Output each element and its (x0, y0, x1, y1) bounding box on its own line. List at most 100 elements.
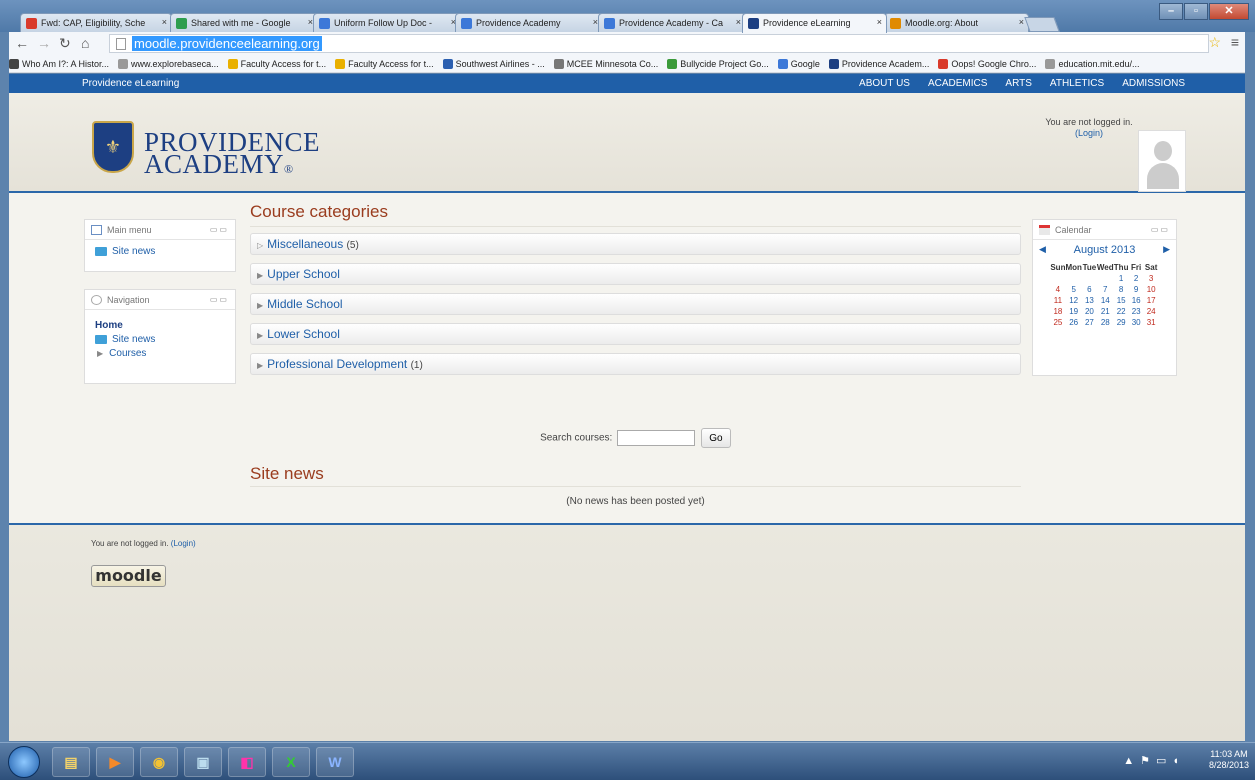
calendar-day[interactable]: 29 (1114, 317, 1129, 328)
calendar-day[interactable]: 8 (1114, 284, 1129, 295)
category-item[interactable]: ▶ Upper School (250, 263, 1021, 285)
category-name[interactable]: Miscellaneous (267, 237, 343, 251)
clock[interactable]: 11:03 AM 8/28/2013 (1209, 749, 1249, 771)
calendar-day[interactable]: 13 (1082, 295, 1097, 306)
maximize-button[interactable]: ▫ (1184, 3, 1208, 20)
back-icon[interactable]: ← (15, 35, 29, 51)
bookmark-item[interactable]: Providence Academ... (828, 59, 929, 69)
tab-close-icon[interactable]: × (1019, 17, 1024, 27)
search-go-button[interactable]: Go (700, 428, 731, 448)
excel-icon[interactable]: X (272, 747, 310, 777)
block-controls-icon[interactable]: ▭▭ (1151, 225, 1170, 234)
expand-arrow-icon[interactable]: ▶ (97, 349, 103, 358)
nav-courses[interactable]: Courses (109, 348, 146, 359)
new-tab-button[interactable] (1024, 17, 1060, 32)
category-name[interactable]: Lower School (267, 327, 340, 341)
block-controls-icon[interactable]: ▭▭ (210, 295, 229, 304)
calendar-day[interactable]: 12 (1065, 295, 1081, 306)
bookmark-item[interactable]: Faculty Access for t... (227, 59, 326, 69)
category-name[interactable]: Upper School (267, 267, 340, 281)
calendar-day[interactable]: 28 (1097, 317, 1114, 328)
calendar-day[interactable]: 30 (1129, 317, 1144, 328)
address-bar[interactable]: moodle.providenceelearning.org (109, 34, 1209, 53)
bookmark-item[interactable]: Oops! Google Chro... (938, 59, 1036, 69)
site-brand[interactable]: Providence eLearning (82, 78, 179, 89)
chrome-icon[interactable]: ◉ (140, 747, 178, 777)
home-icon[interactable]: ⌂ (81, 35, 89, 51)
calendar-day[interactable]: 6 (1082, 284, 1097, 295)
calendar-day[interactable]: 24 (1144, 306, 1159, 317)
site-nav-item[interactable]: ATHLETICS (1050, 78, 1104, 89)
expand-arrow-icon[interactable]: ▷ (257, 241, 263, 250)
calendar-day[interactable]: 22 (1114, 306, 1129, 317)
category-item[interactable]: ▶ Middle School (250, 293, 1021, 315)
moodle-logo[interactable]: moodle (91, 565, 166, 587)
expand-arrow-icon[interactable]: ▶ (257, 331, 263, 340)
crest-logo[interactable]: ⚜ (92, 121, 134, 173)
calendar-day[interactable]: 5 (1065, 284, 1081, 295)
calendar-day[interactable]: 16 (1129, 295, 1144, 306)
calendar-day[interactable]: 18 (1050, 306, 1065, 317)
calendar-day[interactable]: 17 (1144, 295, 1159, 306)
category-item[interactable]: ▶ Professional Development (1) (250, 353, 1021, 375)
browser-tab[interactable]: Moodle.org: About × (884, 13, 1029, 32)
close-window-button[interactable]: ✕ (1209, 3, 1249, 20)
calendar-day[interactable]: 1 (1114, 273, 1129, 284)
bookmark-item[interactable]: Faculty Access for t... (335, 59, 434, 69)
calendar-day[interactable]: 31 (1144, 317, 1159, 328)
calendar-day[interactable]: 11 (1050, 295, 1065, 306)
word-icon[interactable]: W (316, 747, 354, 777)
menu-icon[interactable]: ≡ (1231, 34, 1239, 50)
start-button[interactable] (8, 746, 40, 778)
tab-close-icon[interactable]: × (162, 17, 167, 27)
bookmark-item[interactable]: www.explorebaseca... (118, 59, 219, 69)
forward-icon[interactable]: → (37, 35, 51, 51)
calendar-day[interactable]: 2 (1129, 273, 1144, 284)
calendar-day[interactable]: 19 (1065, 306, 1081, 317)
calendar-day[interactable]: 4 (1050, 284, 1065, 295)
bookmark-item[interactable]: MCEE Minnesota Co... (553, 59, 658, 69)
footer-login-link[interactable]: (Login) (171, 539, 196, 548)
calendar-day[interactable]: 3 (1144, 273, 1159, 284)
site-logo-text[interactable]: PROVIDENCE ACADEMY® (144, 129, 320, 180)
calendar-day[interactable]: 26 (1065, 317, 1081, 328)
tab-close-icon[interactable]: × (736, 17, 741, 27)
category-item[interactable]: ▷ Miscellaneous (5) (250, 233, 1021, 255)
site-nav-item[interactable]: ABOUT US (859, 78, 910, 89)
site-nav-item[interactable]: ARTS (1005, 78, 1032, 89)
calendar-day[interactable]: 25 (1050, 317, 1065, 328)
browser-tab[interactable]: Providence Academy - Ca × (598, 13, 746, 32)
minimize-button[interactable]: – (1159, 3, 1183, 20)
calendar-day[interactable]: 23 (1129, 306, 1144, 317)
login-link[interactable]: (Login) (1075, 128, 1103, 138)
nav-home[interactable]: Home (95, 320, 123, 331)
main-menu-site-news[interactable]: Site news (112, 246, 155, 257)
prev-month-icon[interactable]: ◀ (1039, 244, 1046, 255)
bookmark-item[interactable]: Google (777, 59, 820, 69)
browser-tab[interactable]: Fwd: CAP, Eligibility, Sche × (20, 13, 172, 32)
calendar-day[interactable]: 15 (1114, 295, 1129, 306)
category-name[interactable]: Middle School (267, 297, 342, 311)
calendar-day[interactable]: 9 (1129, 284, 1144, 295)
expand-arrow-icon[interactable]: ▶ (257, 361, 263, 370)
reload-icon[interactable]: ↻ (59, 35, 71, 52)
bookmark-item[interactable]: Southwest Airlines - ... (442, 59, 545, 69)
app-icon[interactable]: ◧ (228, 747, 266, 777)
calendar-day[interactable]: 21 (1097, 306, 1114, 317)
bookmark-item[interactable]: education.mit.edu/... (1045, 59, 1140, 69)
nav-site-news[interactable]: Site news (112, 334, 155, 345)
expand-arrow-icon[interactable]: ▶ (257, 301, 263, 310)
browser-tab[interactable]: Uniform Follow Up Doc - × (313, 13, 461, 32)
calendar-day[interactable]: 10 (1144, 284, 1159, 295)
calendar-day[interactable]: 7 (1097, 284, 1114, 295)
category-item[interactable]: ▶ Lower School (250, 323, 1021, 345)
bookmark-item[interactable]: Bullycide Project Go... (667, 59, 769, 69)
search-input[interactable] (617, 430, 696, 446)
block-controls-icon[interactable]: ▭▭ (210, 225, 229, 234)
network-app-icon[interactable]: ▣ (184, 747, 222, 777)
media-player-icon[interactable]: ▶ (96, 747, 134, 777)
next-month-icon[interactable]: ▶ (1163, 244, 1170, 255)
category-name[interactable]: Professional Development (267, 357, 407, 371)
browser-tab[interactable]: Providence eLearning × (742, 13, 887, 33)
site-nav-item[interactable]: ADMISSIONS (1122, 78, 1185, 89)
